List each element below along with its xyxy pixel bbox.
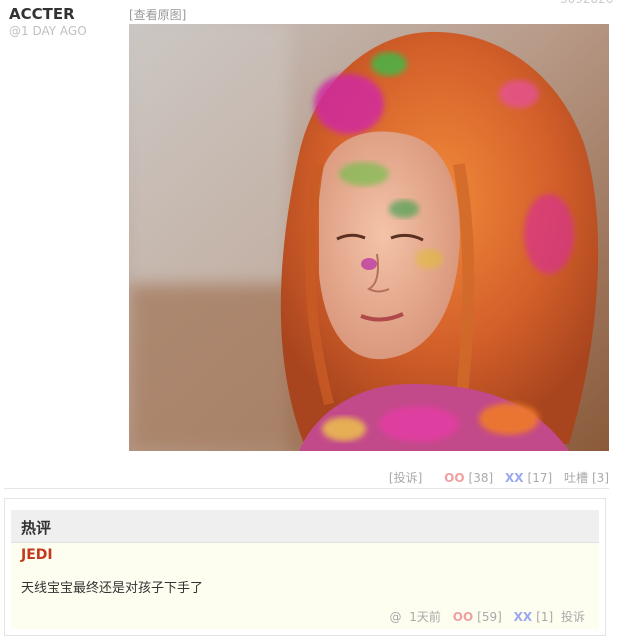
hot-comments-box: 热评 JEDI 天线宝宝最终还是对孩子下手了 @ 1天前 OO [59] XX [1…: [4, 498, 606, 636]
comment-oo-count: [59]: [477, 610, 502, 624]
oo-count: [38]: [468, 471, 494, 485]
xx-vote-button[interactable]: XX: [505, 471, 524, 485]
comment-at: @: [389, 610, 402, 624]
girl-holi-photo: [129, 24, 609, 451]
tucao-label: 吐槽: [563, 471, 588, 485]
comment-oo-group: OO [59]: [449, 610, 506, 624]
hot-comment-item: JEDI 天线宝宝最终还是对孩子下手了 @ 1天前 OO [59] XX [1] 投…: [11, 543, 599, 629]
comment-report-link[interactable]: 投诉: [561, 610, 585, 624]
post-image[interactable]: [129, 24, 609, 451]
comment-oo-button[interactable]: OO: [453, 610, 473, 624]
comment-footer: @ 1天前 OO [59] XX [1] 投诉: [385, 608, 585, 625]
divider: [4, 488, 609, 489]
hot-comments-title: 热评: [21, 519, 52, 537]
post-time[interactable]: @1 DAY AGO: [9, 24, 87, 38]
xx-count: [17]: [527, 471, 553, 485]
comment-xx-count: [1]: [536, 610, 554, 624]
view-original-link[interactable]: [查看原图]: [129, 6, 186, 23]
post-author[interactable]: ACCTER: [9, 5, 75, 23]
tucao-count: [3]: [592, 471, 609, 485]
comment-time: 1天前: [409, 610, 441, 624]
comment-author[interactable]: JEDI: [21, 547, 53, 563]
post-actions: [投诉] OO [38] XX [17] 吐槽 [3]: [385, 469, 609, 486]
comment-xx-group: XX [1]: [510, 610, 557, 624]
report-link[interactable]: [投诉]: [389, 471, 422, 485]
comment-xx-button[interactable]: XX: [514, 610, 533, 624]
oo-vote-button[interactable]: OO: [444, 471, 464, 485]
hot-comments-header: 热评: [11, 510, 599, 543]
comment-text: 天线宝宝最终还是对孩子下手了: [21, 581, 204, 596]
oo-vote-group: OO [38]: [440, 471, 497, 485]
post-id: 3092826: [560, 0, 613, 6]
post: 3092826 ACCTER @1 DAY AGO [查看原图]: [0, 0, 626, 636]
xx-vote-group: XX [17]: [501, 471, 556, 485]
tucao-link[interactable]: 吐槽 [3]: [560, 471, 609, 485]
